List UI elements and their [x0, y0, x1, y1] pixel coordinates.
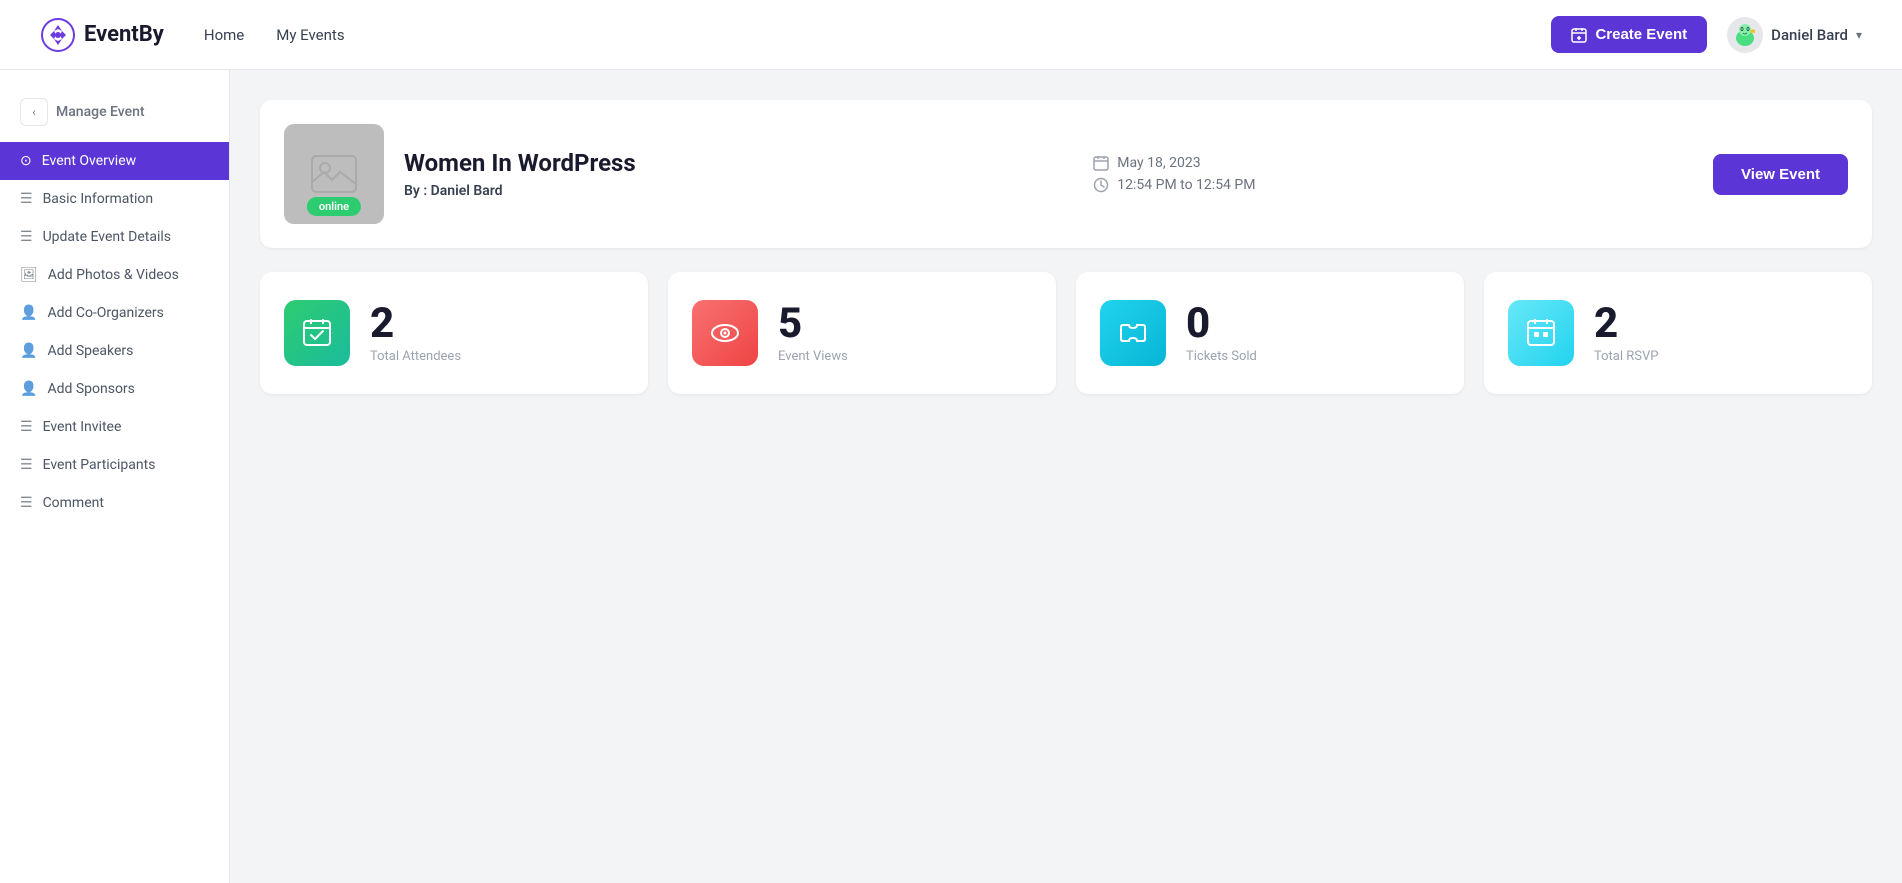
- event-meta: May 18, 2023 12:54 PM to 12:54 PM: [1093, 155, 1255, 193]
- header-left: EventBy Home My Events: [40, 17, 345, 53]
- create-event-button[interactable]: Create Event: [1551, 16, 1707, 53]
- ticket-icon: [1117, 317, 1149, 349]
- sidebar-collapse-button[interactable]: ‹: [20, 98, 48, 126]
- user-name: Daniel Bard: [1771, 26, 1848, 44]
- stat-value-rsvp: 2: [1594, 303, 1658, 345]
- sidebar-item-update-event-details[interactable]: ☰ Update Event Details: [0, 218, 229, 256]
- sidebar-header: ‹ Manage Event: [0, 90, 229, 142]
- stat-label-tickets: Tickets Sold: [1186, 349, 1257, 364]
- sidebar-title: Manage Event: [56, 104, 145, 120]
- stat-value-tickets: 0: [1186, 303, 1257, 345]
- sidebar-label-add-co-organizers: Add Co-Organizers: [47, 305, 163, 321]
- event-status-badge: online: [307, 197, 361, 216]
- stat-icon-box-rsvp: [1508, 300, 1574, 366]
- stat-label-attendees: Total Attendees: [370, 349, 461, 364]
- sidebar-item-comment[interactable]: ☰ Comment: [0, 484, 229, 522]
- event-author: By : Daniel Bard: [404, 183, 636, 199]
- header-right: Create Event Daniel Bard ▾: [1551, 16, 1862, 53]
- view-event-button[interactable]: View Event: [1713, 154, 1848, 195]
- sidebar-item-event-overview[interactable]: ⊙ Event Overview: [0, 142, 229, 180]
- clock-icon: [1093, 177, 1109, 193]
- sidebar-item-add-co-organizers[interactable]: 👤 Add Co-Organizers: [0, 294, 229, 332]
- user-avatar-icon: [1730, 20, 1760, 50]
- main-nav: Home My Events: [204, 26, 345, 44]
- avatar: [1727, 17, 1763, 53]
- stat-icon-box-tickets: [1100, 300, 1166, 366]
- calendar-check-icon: [301, 317, 333, 349]
- stat-value-views: 5: [778, 303, 848, 345]
- logo-text: EventBy: [84, 22, 164, 47]
- stat-icon-box-views: [692, 300, 758, 366]
- main-content: online Women In WordPress By : Daniel Ba…: [230, 70, 1902, 883]
- calendar-icon: [1093, 155, 1109, 171]
- stat-info-tickets: 0 Tickets Sold: [1186, 303, 1257, 364]
- calendar-rsvp-icon: [1525, 317, 1557, 349]
- sidebar-item-add-sponsors[interactable]: 👤 Add Sponsors: [0, 370, 229, 408]
- event-card-left: online Women In WordPress By : Daniel Ba…: [284, 124, 636, 224]
- overview-icon: ⊙: [20, 153, 32, 169]
- sidebar-item-event-participants[interactable]: ☰ Event Participants: [0, 446, 229, 484]
- eye-icon: [709, 317, 741, 349]
- sidebar-label-add-sponsors: Add Sponsors: [47, 381, 134, 397]
- header: EventBy Home My Events Create Event: [0, 0, 1902, 70]
- stats-grid: 2 Total Attendees 5 Event Views: [260, 272, 1872, 394]
- list-icon-update: ☰: [20, 229, 33, 245]
- sidebar-label-event-overview: Event Overview: [42, 153, 136, 169]
- logo-icon: [40, 17, 76, 53]
- nav-home[interactable]: Home: [204, 26, 244, 44]
- sidebar: ‹ Manage Event ⊙ Event Overview ☰ Basic …: [0, 70, 230, 883]
- sidebar-label-basic-information: Basic Information: [43, 191, 154, 207]
- list-icon-participants: ☰: [20, 457, 33, 473]
- stat-label-rsvp: Total RSVP: [1594, 349, 1658, 364]
- stat-icon-box-attendees: [284, 300, 350, 366]
- user-menu[interactable]: Daniel Bard ▾: [1727, 17, 1862, 53]
- stat-card-total-attendees: 2 Total Attendees: [260, 272, 648, 394]
- sidebar-label-event-participants: Event Participants: [43, 457, 156, 473]
- thumbnail-image-icon: [310, 154, 358, 194]
- stat-info-views: 5 Event Views: [778, 303, 848, 364]
- user-icon-sponsors: 👤: [20, 381, 37, 397]
- event-date: May 18, 2023: [1093, 155, 1255, 171]
- nav-my-events[interactable]: My Events: [276, 26, 344, 44]
- user-icon-speakers: 👤: [20, 343, 37, 359]
- sidebar-item-basic-information[interactable]: ☰ Basic Information: [0, 180, 229, 218]
- stat-card-total-rsvp: 2 Total RSVP: [1484, 272, 1872, 394]
- list-icon-comment: ☰: [20, 495, 33, 511]
- list-icon-basic: ☰: [20, 191, 33, 207]
- stat-card-tickets-sold: 0 Tickets Sold: [1076, 272, 1464, 394]
- chevron-down-icon: ▾: [1856, 28, 1862, 42]
- event-title: Women In WordPress: [404, 149, 636, 177]
- sidebar-label-comment: Comment: [43, 495, 104, 511]
- sidebar-label-update-event-details: Update Event Details: [43, 229, 171, 245]
- stat-info-rsvp: 2 Total RSVP: [1594, 303, 1658, 364]
- sidebar-item-add-speakers[interactable]: 👤 Add Speakers: [0, 332, 229, 370]
- stat-value-attendees: 2: [370, 303, 461, 345]
- calendar-plus-icon: [1571, 27, 1587, 43]
- stat-card-event-views: 5 Event Views: [668, 272, 1056, 394]
- stat-label-views: Event Views: [778, 349, 848, 364]
- list-icon-invitee: ☰: [20, 419, 33, 435]
- sidebar-label-event-invitee: Event Invitee: [43, 419, 122, 435]
- logo[interactable]: EventBy: [40, 17, 164, 53]
- event-time: 12:54 PM to 12:54 PM: [1093, 177, 1255, 193]
- event-thumbnail: online: [284, 124, 384, 224]
- stat-info-attendees: 2 Total Attendees: [370, 303, 461, 364]
- sidebar-item-add-photos-videos[interactable]: 🖼 Add Photos & Videos: [0, 256, 229, 294]
- sidebar-label-add-speakers: Add Speakers: [47, 343, 133, 359]
- sidebar-label-add-photos-videos: Add Photos & Videos: [48, 267, 179, 283]
- event-info: Women In WordPress By : Daniel Bard: [404, 149, 636, 199]
- event-card: online Women In WordPress By : Daniel Ba…: [260, 100, 1872, 248]
- layout: ‹ Manage Event ⊙ Event Overview ☰ Basic …: [0, 70, 1902, 883]
- sidebar-item-event-invitee[interactable]: ☰ Event Invitee: [0, 408, 229, 446]
- image-icon: 🖼: [20, 267, 38, 283]
- user-icon-co: 👤: [20, 305, 37, 321]
